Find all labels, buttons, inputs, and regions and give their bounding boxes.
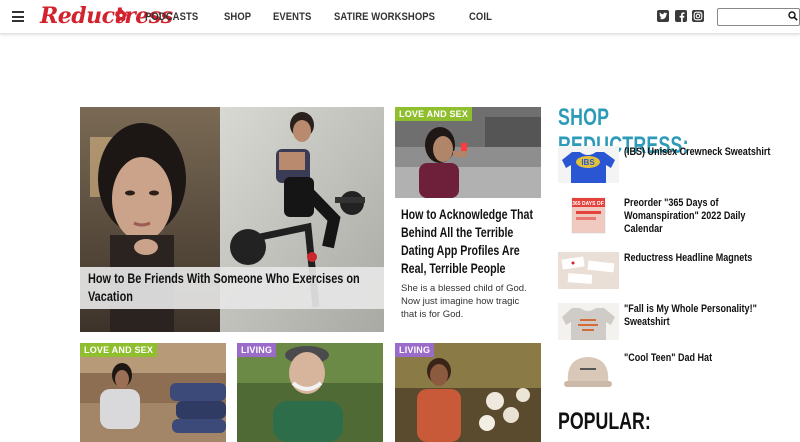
grid-article-2-photo <box>237 343 383 442</box>
category-tag[interactable]: LOVE AND SEX <box>395 107 473 121</box>
instagram-icon[interactable] <box>692 10 704 22</box>
shop-item-label[interactable]: Preorder "365 Days of Womanspiration" 20… <box>624 197 780 236</box>
search-icon[interactable] <box>788 11 798 21</box>
grid-article-3-photo <box>395 343 541 442</box>
product-thumb: IBS <box>558 146 619 183</box>
nav-satire-workshops[interactable]: SATIRE WORKSHOPS <box>334 11 435 25</box>
story-headline[interactable]: How to Acknowledge That Behind All the T… <box>401 205 545 277</box>
grid-article-3[interactable]: LIVING <box>395 343 541 442</box>
twitter-icon[interactable] <box>657 10 669 22</box>
top-navigation-bar: Reductress PODCASTS SHOP EVENTS SATIRE W… <box>0 0 800 34</box>
hero-headline-box[interactable]: How to Be Friends With Someone Who Exerc… <box>80 267 384 309</box>
main-nav: PODCASTS SHOP EVENTS SATIRE WORKSHOPS CO… <box>145 11 512 25</box>
product-thumb-text: IBS <box>581 158 595 167</box>
product-thumb: 365 DAYS OF <box>558 197 619 234</box>
story-dek: She is a blessed child of God. Now just … <box>401 283 527 320</box>
shop-item-magnets[interactable]: Reductress Headline Magnets <box>558 252 798 292</box>
product-thumb <box>558 303 619 340</box>
shop-item-ibs-sweatshirt[interactable]: IBS (IBS) Unisex Crewneck Sweatshirt <box>558 146 798 186</box>
shop-item-label[interactable]: "Fall is My Whole Personality!" Sweatshi… <box>624 303 780 329</box>
shop-item-label[interactable]: (IBS) Unisex Crewneck Sweatshirt <box>624 146 780 159</box>
popular-heading: POPULAR: <box>558 408 651 435</box>
hamburger-menu-icon[interactable] <box>12 11 24 22</box>
facebook-icon[interactable] <box>675 10 687 22</box>
product-thumb <box>558 252 619 289</box>
shop-item-fall-sweatshirt[interactable]: "Fall is My Whole Personality!" Sweatshi… <box>558 303 798 343</box>
nav-podcasts[interactable]: PODCASTS <box>145 11 198 25</box>
grid-article-1-photo <box>80 343 226 442</box>
grid-article-1[interactable]: LOVE AND SEX <box>80 343 226 442</box>
nav-coil[interactable]: COIL <box>469 11 492 25</box>
shop-item-dad-hat[interactable]: "Cool Teen" Dad Hat <box>558 352 798 392</box>
nav-shop[interactable]: SHOP <box>224 11 251 25</box>
story-article-image[interactable]: LOVE AND SEX <box>395 107 541 198</box>
grid-article-2[interactable]: LIVING <box>237 343 383 442</box>
logo-flower-icon <box>115 9 127 21</box>
nav-events[interactable]: EVENTS <box>273 11 311 25</box>
product-thumb <box>558 352 619 389</box>
category-tag[interactable]: LOVE AND SEX <box>80 343 158 357</box>
category-tag[interactable]: LIVING <box>237 343 277 357</box>
hero-headline[interactable]: How to Be Friends With Someone Who Exerc… <box>88 270 377 305</box>
category-tag[interactable]: LIVING <box>395 343 435 357</box>
shop-item-label[interactable]: "Cool Teen" Dad Hat <box>624 352 780 365</box>
shop-item-calendar[interactable]: 365 DAYS OF Preorder "365 Days of Womans… <box>558 197 798 237</box>
product-thumb-text: 365 DAYS OF <box>572 201 604 207</box>
shop-item-label[interactable]: Reductress Headline Magnets <box>624 252 780 265</box>
